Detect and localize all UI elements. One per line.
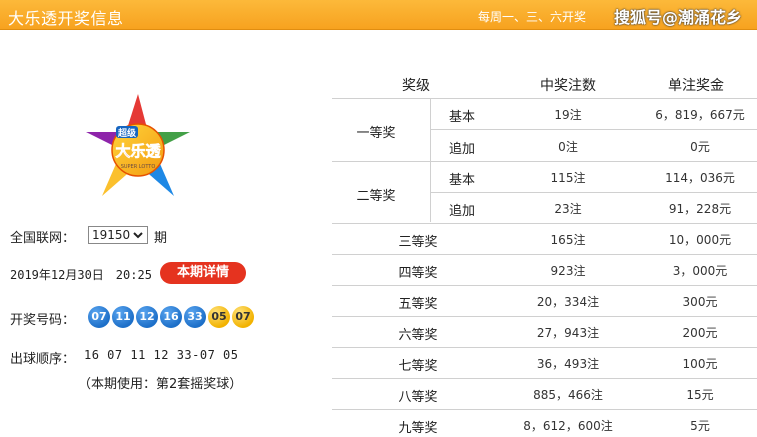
prize-level: 四等奖	[398, 266, 438, 281]
winner-count: 23注	[554, 202, 582, 216]
winner-count: 36，493注	[536, 357, 600, 371]
table-divider	[332, 98, 757, 99]
table-divider	[332, 378, 757, 379]
prize-sublevel: 基本	[448, 110, 476, 125]
prize-level: 五等奖	[398, 297, 438, 312]
winner-count: 27，943注	[536, 326, 600, 340]
winner-count: 885，466注	[533, 388, 603, 402]
winner-count: 8，612，600注	[523, 419, 613, 433]
winner-count: 165注	[550, 233, 586, 247]
svg-text:大乐透: 大乐透	[115, 142, 161, 160]
table-divider	[430, 192, 757, 193]
number-ball-blue: 07	[88, 306, 110, 328]
winner-count: 115注	[550, 171, 586, 185]
header-bar: 大乐透开奖信息 每周一、三、六开奖 搜狐号@潮涌花乡	[0, 0, 757, 30]
prize-amount: 10，000元	[668, 233, 732, 247]
prize-sublevel: 基本	[448, 173, 476, 188]
prize-amount: 114，036元	[665, 171, 735, 185]
prize-level: 三等奖	[398, 235, 438, 250]
table-divider	[332, 285, 757, 286]
svg-text:SUPER LOTTO: SUPER LOTTO	[121, 164, 156, 170]
prize-amount: 3，000元	[672, 264, 728, 278]
prize-level: 七等奖	[398, 359, 438, 374]
super-lotto-logo: 超级 大乐透 SUPER LOTTO	[86, 94, 190, 196]
draw-order-value: 16 07 11 12 33-07 05	[84, 348, 239, 362]
period-suffix: 期	[154, 231, 168, 246]
table-divider	[332, 347, 757, 348]
period-detail-button[interactable]: 本期详情	[160, 262, 246, 284]
prize-amount: 100元	[682, 357, 718, 371]
chevron-down-icon	[133, 232, 143, 239]
winner-count: 923注	[550, 264, 586, 278]
table-divider	[332, 161, 757, 162]
prize-level: 二等奖	[356, 189, 396, 204]
prize-sublevel: 追加	[448, 142, 476, 157]
prize-level: 一等奖	[356, 126, 396, 141]
prize-amount: 6，819，667元	[655, 108, 745, 122]
svg-text:超级: 超级	[117, 127, 137, 139]
period-select[interactable]: 19150	[88, 226, 148, 244]
page-title: 大乐透开奖信息	[8, 9, 124, 28]
number-ball-blue: 33	[184, 306, 206, 328]
number-ball-blue: 12	[136, 306, 158, 328]
table-divider	[430, 129, 757, 130]
prize-amount: 91，228元	[668, 202, 732, 216]
table-divider	[332, 409, 757, 410]
prize-level: 六等奖	[398, 328, 438, 343]
prize-sublevel: 追加	[448, 204, 476, 219]
network-label: 全国联网：	[10, 231, 76, 246]
header-count: 中奖注数	[540, 78, 596, 94]
prize-amount: 5元	[690, 419, 710, 433]
prize-level: 九等奖	[398, 421, 438, 436]
winner-count: 0注	[558, 140, 578, 154]
draw-order-label: 出球顺序：	[10, 352, 76, 367]
period-value: 19150	[92, 228, 131, 242]
watermark: 搜狐号@潮涌花乡	[614, 8, 743, 27]
header-level: 奖级	[402, 78, 430, 94]
table-divider	[332, 316, 757, 317]
table-divider	[332, 223, 757, 224]
draw-schedule: 每周一、三、六开奖	[478, 10, 587, 24]
header-amount: 单注奖金	[668, 78, 724, 94]
prize-level: 八等奖	[398, 390, 438, 405]
table-divider	[332, 254, 757, 255]
ball-set-note: （本期使用：第2套摇奖球）	[78, 377, 243, 392]
number-ball-yellow: 05	[208, 306, 230, 328]
winner-count: 19注	[554, 108, 582, 122]
winner-count: 20，334注	[536, 295, 600, 309]
number-ball-yellow: 07	[232, 306, 254, 328]
prize-amount: 0元	[690, 140, 710, 154]
prize-amount: 15元	[686, 388, 714, 402]
number-ball-blue: 16	[160, 306, 182, 328]
winning-numbers-label: 开奖号码：	[10, 313, 76, 328]
number-ball-blue: 11	[112, 306, 134, 328]
table-column-divider	[430, 98, 431, 222]
draw-datetime: 2019年12月30日 20:25	[10, 268, 152, 282]
prize-amount: 200元	[682, 326, 718, 340]
prize-amount: 300元	[682, 295, 718, 309]
